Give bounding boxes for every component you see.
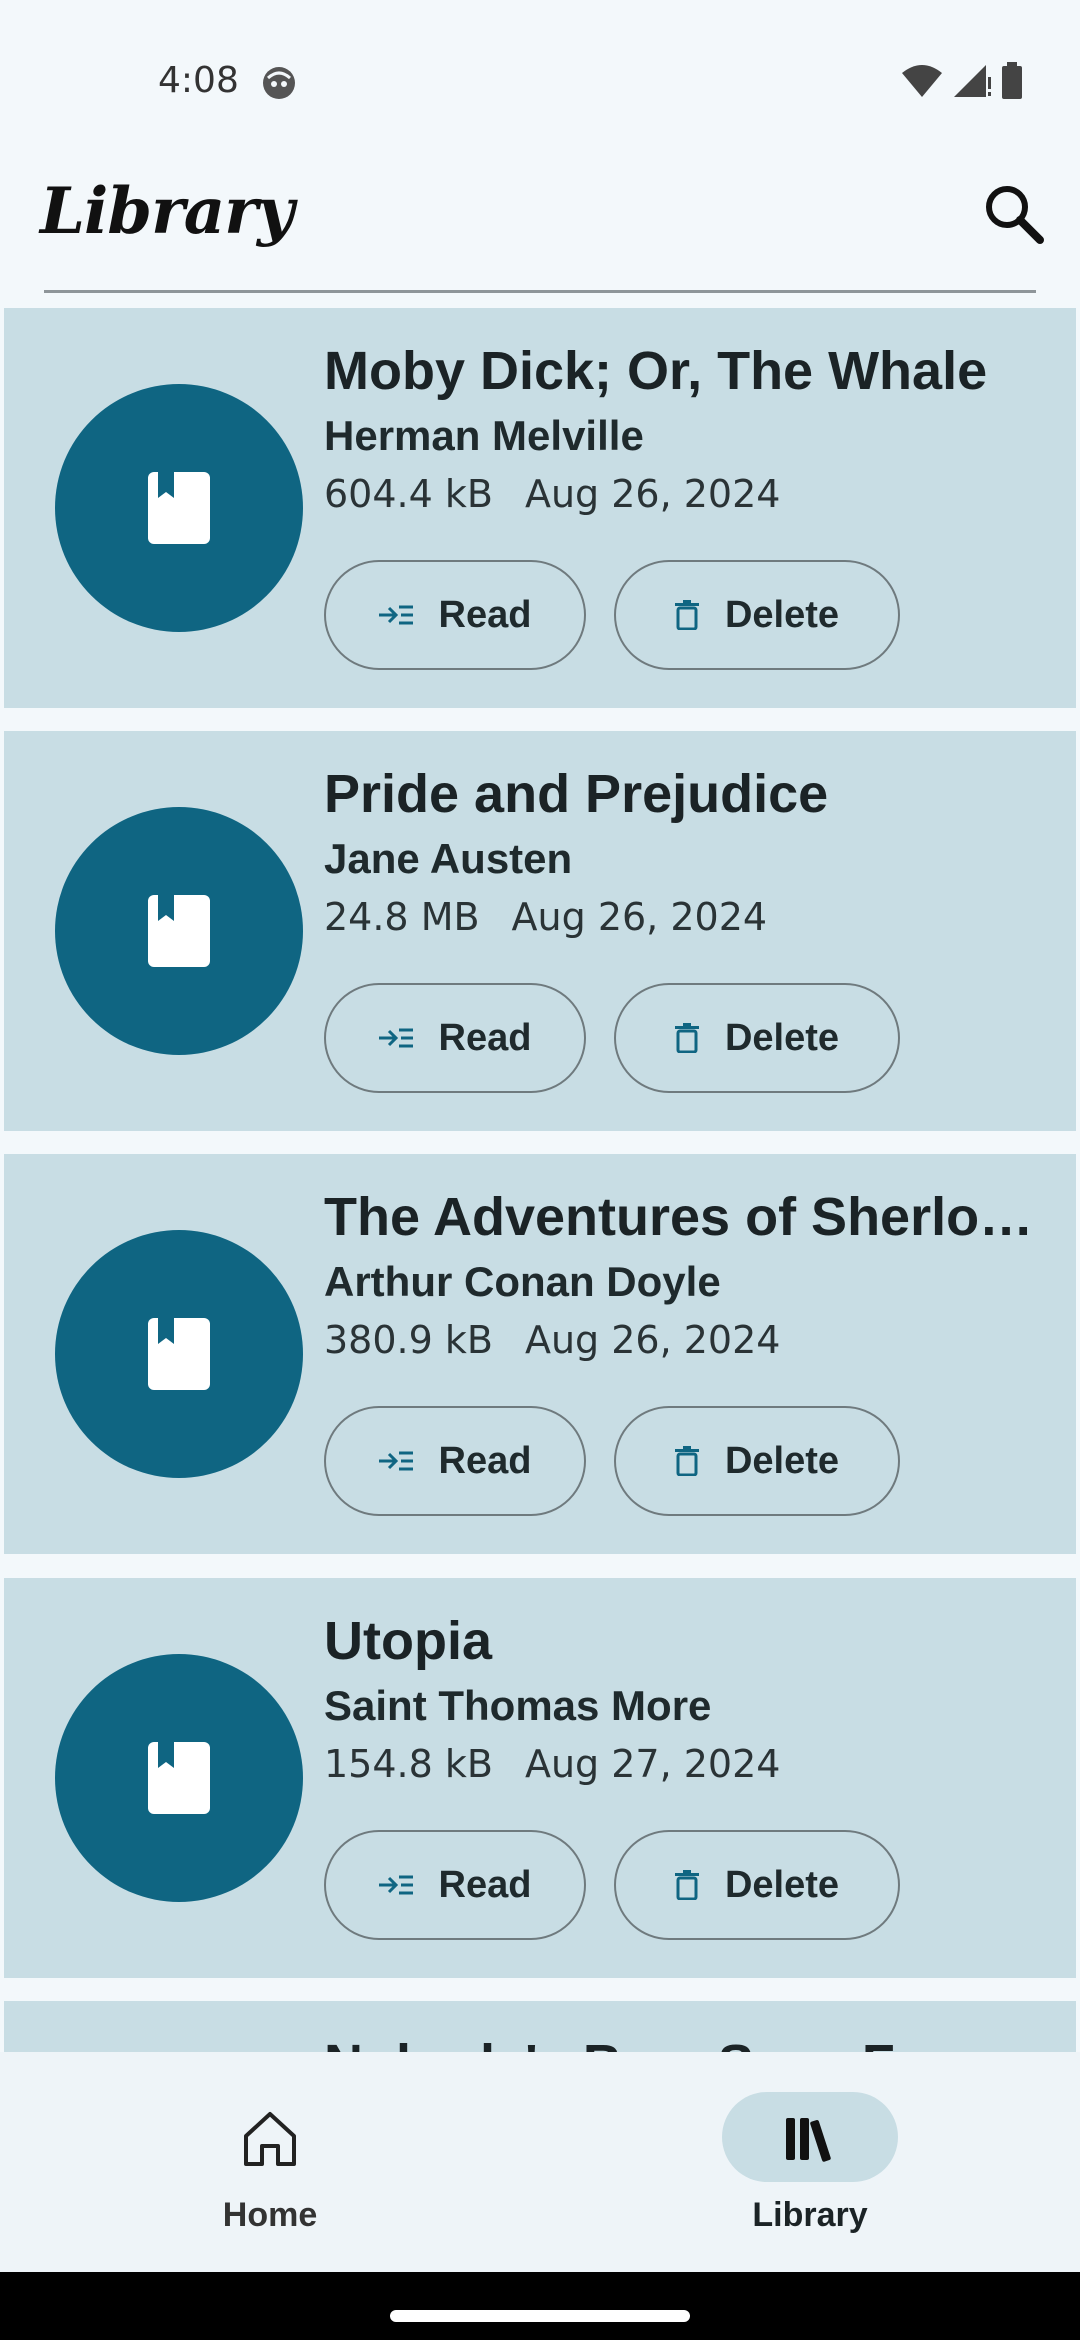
read-label: Read [438, 1863, 532, 1906]
library-icon [780, 2108, 840, 2173]
status-time: 4:08 [158, 60, 239, 101]
book-list[interactable]: Moby Dick; Or, The Whale Herman Melville… [4, 308, 1076, 2053]
app-bar-divider [44, 290, 1036, 293]
status-icons [900, 62, 1024, 105]
delete-button[interactable]: Delete [614, 560, 900, 670]
nav-item-home[interactable]: Home [120, 2092, 420, 2252]
nav-label: Home [222, 2196, 318, 2234]
trash-icon [674, 1023, 699, 1053]
book-author: Herman Melville [324, 412, 644, 459]
home-icon [240, 2108, 300, 2173]
book-icon [148, 1742, 210, 1814]
trash-icon [674, 600, 699, 630]
book-cover [55, 807, 303, 1055]
nav-item-library[interactable]: Library [660, 2092, 960, 2252]
read-button[interactable]: Read [324, 1830, 586, 1940]
book-icon [148, 1318, 210, 1390]
book-author: Saint Thomas More [324, 1682, 712, 1729]
book-date: Aug 27, 2024 [524, 1742, 781, 1786]
trash-icon [674, 1870, 699, 1900]
book-cover [55, 1230, 303, 1478]
trash-icon [674, 1446, 699, 1476]
page-title: Library [40, 174, 294, 249]
book-title: Pride and Prejudice [324, 764, 829, 824]
book-icon [148, 472, 210, 544]
book-title: The Adventures of Sherlock Holmes [324, 1187, 1036, 1247]
delete-label: Delete [724, 593, 840, 636]
book-title: Nobody's Boy: Sans Famille [324, 2033, 1036, 2053]
wifi-icon [900, 63, 944, 104]
book-date: Aug 26, 2024 [524, 1318, 781, 1362]
book-title: Utopia [324, 1611, 492, 1671]
book-size: 154.8 kB [324, 1742, 493, 1786]
read-button[interactable]: Read [324, 1406, 586, 1516]
signal-icon [952, 63, 992, 104]
delete-label: Delete [724, 1863, 840, 1906]
app-bar: Library [0, 150, 1080, 310]
read-label: Read [438, 1016, 532, 1059]
read-button[interactable]: Read [324, 560, 586, 670]
book-meta: 24.8 MB Aug 26, 2024 [324, 895, 767, 939]
delete-label: Delete [724, 1439, 840, 1482]
book-card[interactable]: Nobody's Boy: Sans Famille [4, 2001, 1076, 2053]
book-title: Moby Dick; Or, The Whale [324, 341, 988, 401]
gesture-handle[interactable] [390, 2310, 690, 2322]
book-cover [55, 1654, 303, 1902]
book-card[interactable]: Utopia Saint Thomas More 154.8 kB Aug 27,… [4, 1578, 1076, 1978]
book-icon [148, 895, 210, 967]
book-card[interactable]: The Adventures of Sherlock Holmes Arthur… [4, 1154, 1076, 1554]
status-bar: 4:08 [0, 0, 1080, 150]
delete-button[interactable]: Delete [614, 1406, 900, 1516]
book-meta: 604.4 kB Aug 26, 2024 [324, 472, 780, 516]
system-navigation-bar [0, 2272, 1080, 2340]
book-author: Jane Austen [324, 835, 573, 882]
delete-button[interactable]: Delete [614, 983, 900, 1093]
book-card[interactable]: Pride and Prejudice Jane Austen 24.8 MB A… [4, 731, 1076, 1131]
search-icon [986, 186, 1044, 244]
book-cover [55, 384, 303, 632]
book-size: 604.4 kB [324, 472, 493, 516]
bottom-navigation: Home Library [0, 2052, 1080, 2272]
book-size: 24.8 MB [324, 895, 480, 939]
read-arrow-icon [378, 1028, 413, 1048]
book-meta: 154.8 kB Aug 27, 2024 [324, 1742, 780, 1786]
read-button[interactable]: Read [324, 983, 586, 1093]
read-arrow-icon [378, 1875, 413, 1895]
read-arrow-icon [378, 1451, 413, 1471]
notification-face-icon [262, 66, 296, 100]
delete-button[interactable]: Delete [614, 1830, 900, 1940]
book-date: Aug 26, 2024 [524, 472, 781, 516]
nav-label: Library [752, 2196, 868, 2234]
book-size: 380.9 kB [324, 1318, 493, 1362]
delete-label: Delete [724, 1016, 840, 1059]
book-author: Arthur Conan Doyle [324, 1258, 721, 1305]
read-arrow-icon [378, 605, 413, 625]
search-button[interactable] [980, 180, 1050, 250]
read-label: Read [438, 593, 532, 636]
book-meta: 380.9 kB Aug 26, 2024 [324, 1318, 780, 1362]
book-card[interactable]: Moby Dick; Or, The Whale Herman Melville… [4, 308, 1076, 708]
battery-icon [1000, 62, 1024, 105]
read-label: Read [438, 1439, 532, 1482]
book-date: Aug 26, 2024 [511, 895, 768, 939]
